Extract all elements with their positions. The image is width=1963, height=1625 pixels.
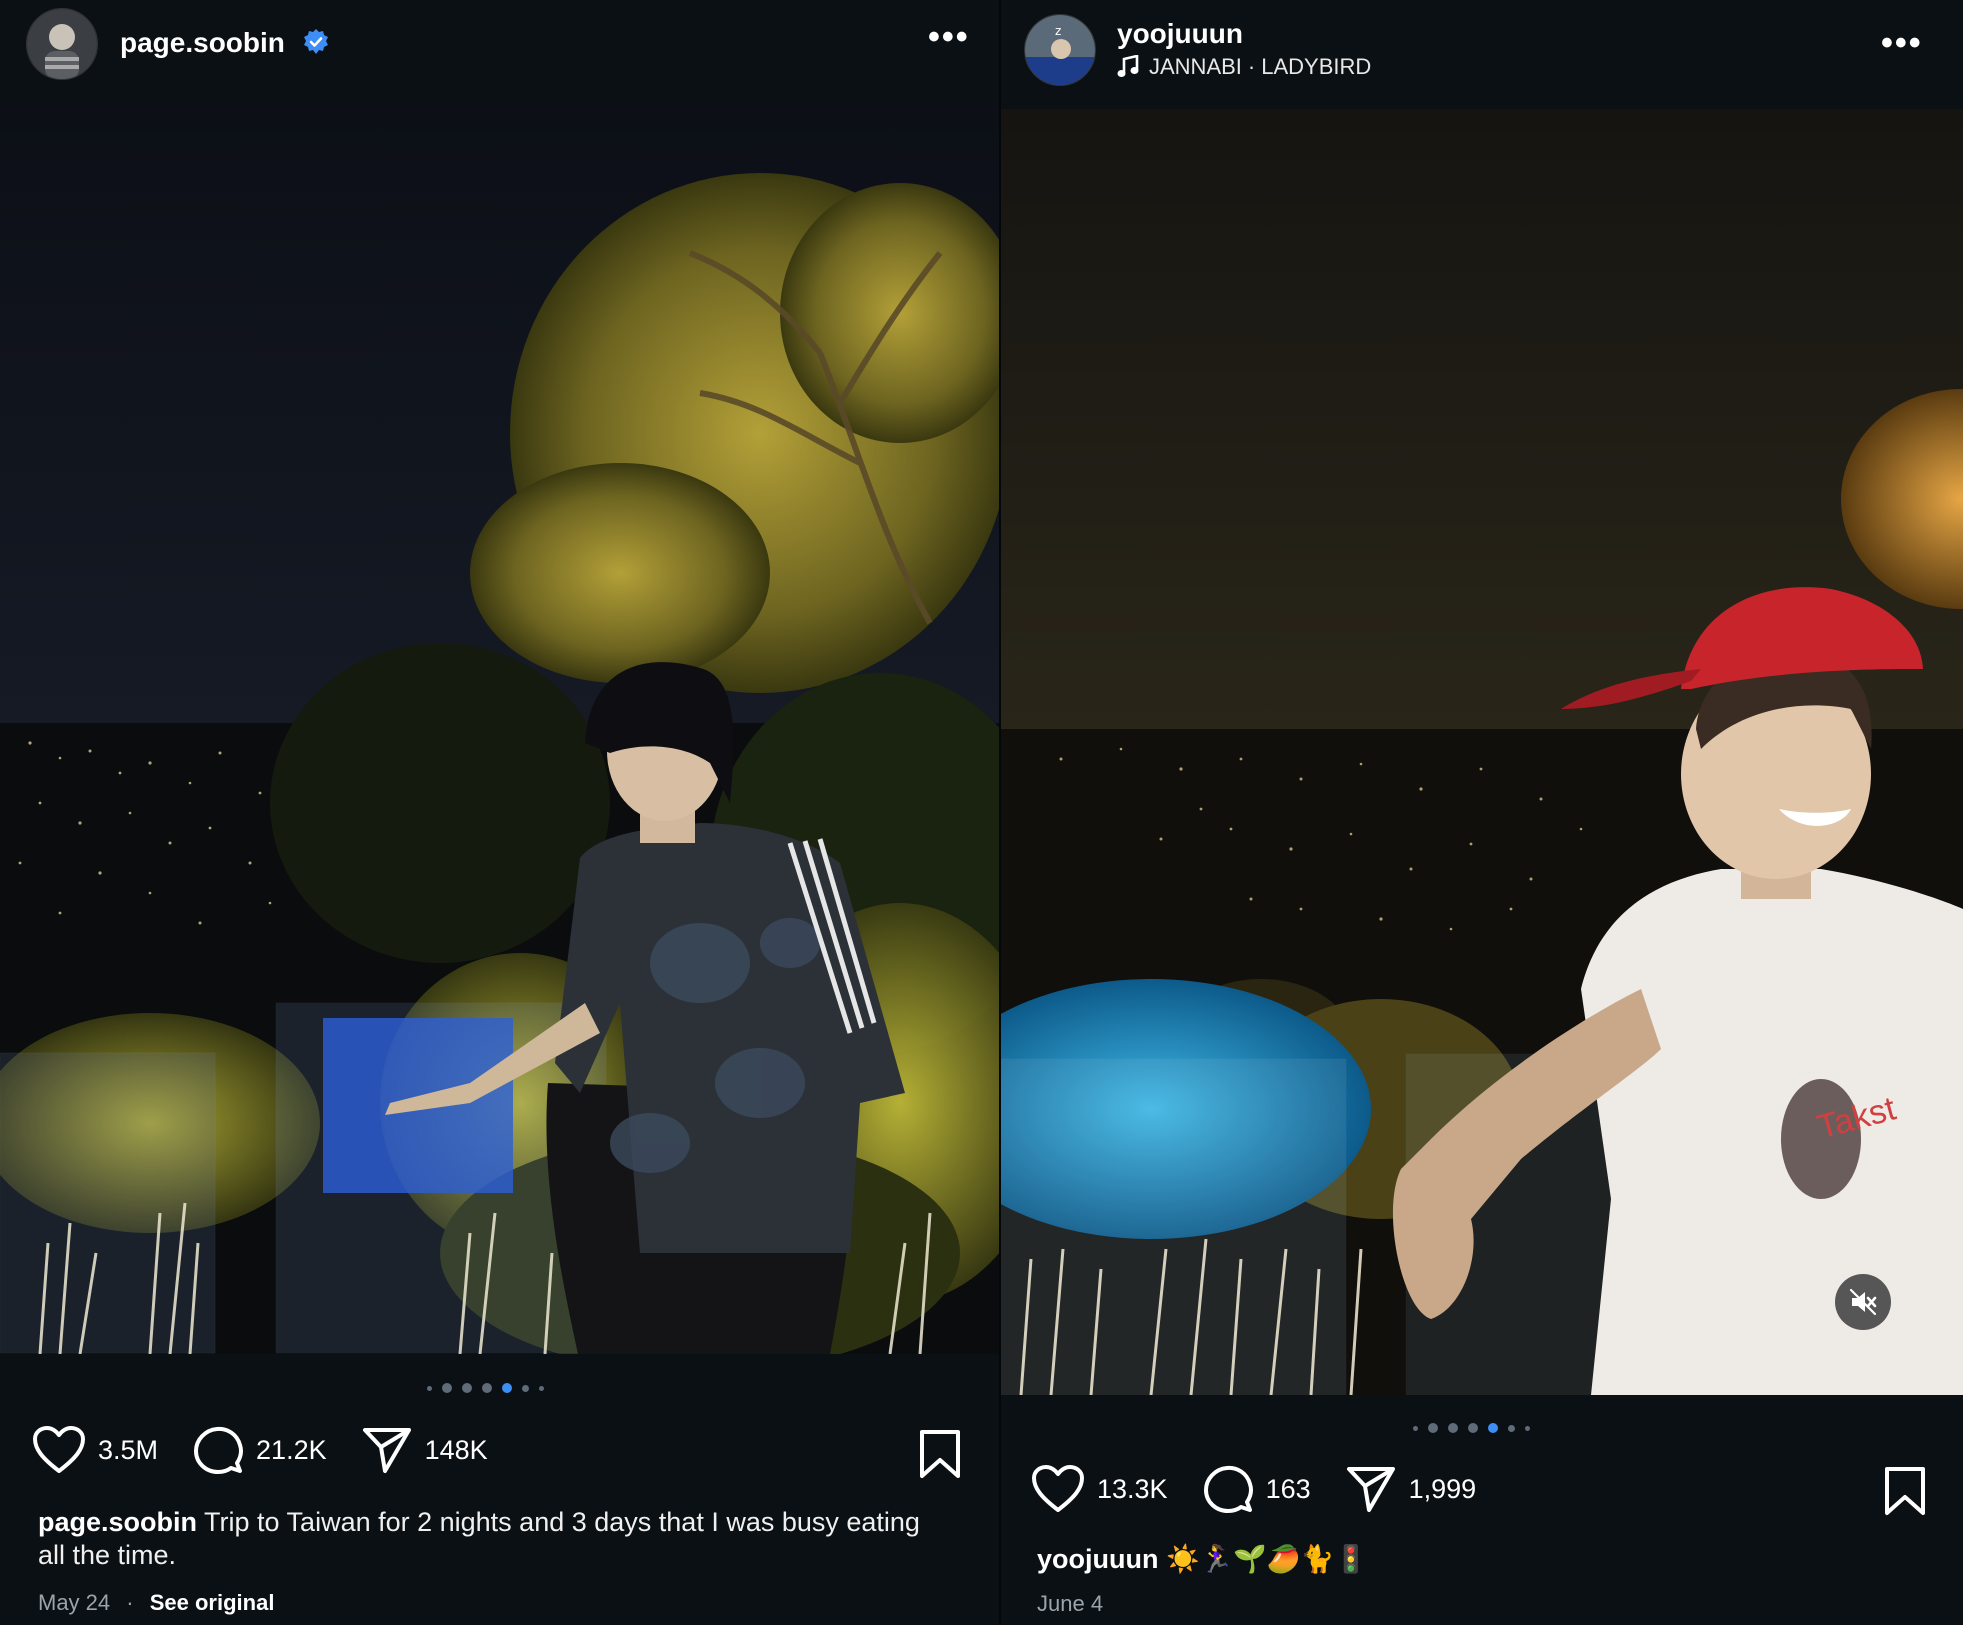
share-button[interactable]: 1,999 [1345, 1464, 1477, 1514]
carousel-dot [462, 1383, 472, 1393]
caption: page.soobin Trip to Taiwan for 2 nights … [38, 1506, 938, 1572]
post-header: page.soobin ••• [0, 0, 999, 102]
meta-separator: · [126, 1590, 134, 1615]
share-icon [362, 1428, 411, 1473]
post-header: z yoojuuun JANNABI · LADYBIRD ••• [1001, 0, 1963, 108]
action-bar: 13.3K 163 1,999 [1031, 1463, 1510, 1515]
svg-text:z: z [1055, 24, 1061, 38]
music-note-icon [1117, 55, 1139, 77]
username[interactable]: yoojuuun [1117, 18, 1243, 50]
carousel-dot-active [502, 1383, 512, 1393]
carousel-dot [442, 1383, 452, 1393]
music-artist: JANNABI [1149, 54, 1242, 79]
caption: yoojuuun ☀️🏃‍♀️🌱🥭🐈🚦 [1037, 1543, 1917, 1576]
post-video[interactable]: Takst [1001, 109, 1963, 1395]
mute-icon [1849, 1288, 1877, 1316]
music-separator: · [1247, 54, 1256, 79]
comment-button[interactable]: 21.2K [192, 1424, 327, 1476]
share-count: 148K [424, 1434, 488, 1465]
comment-button[interactable]: 163 [1202, 1463, 1311, 1515]
heart-icon [1032, 1465, 1084, 1512]
see-original-link[interactable]: See original [150, 1590, 275, 1615]
post-date: May 24 [38, 1590, 111, 1615]
mute-button[interactable] [1835, 1274, 1891, 1330]
carousel-dot [1413, 1425, 1418, 1431]
comment-count: 163 [1265, 1473, 1311, 1504]
share-count: 1,999 [1408, 1473, 1477, 1504]
like-button[interactable]: 13.3K [1031, 1464, 1168, 1514]
username[interactable]: page.soobin [120, 27, 285, 59]
comment-count: 21.2K [256, 1434, 327, 1465]
avatar[interactable] [26, 8, 98, 80]
like-count: 13.3K [1097, 1473, 1168, 1504]
caption-emojis: ☀️🏃‍♀️🌱🥭🐈🚦 [1166, 1544, 1368, 1575]
like-count: 3.5M [98, 1434, 159, 1465]
heart-icon [33, 1426, 85, 1473]
action-bar: 3.5M 21.2K 148K [32, 1424, 522, 1476]
carousel-dot [1468, 1423, 1478, 1433]
avatar[interactable]: z [1024, 14, 1096, 86]
share-button[interactable]: 148K [361, 1425, 488, 1475]
post-meta: May 24 · See original [38, 1590, 274, 1616]
carousel-dot-active [1488, 1423, 1498, 1433]
share-icon [1346, 1467, 1395, 1512]
more-icon[interactable]: ••• [1881, 24, 1923, 63]
like-button[interactable]: 3.5M [32, 1425, 158, 1475]
caption-username[interactable]: page.soobin [38, 1507, 197, 1537]
carousel-indicator [427, 1383, 544, 1393]
carousel-dot [522, 1384, 529, 1392]
bookmark-icon[interactable] [1883, 1465, 1927, 1517]
carousel-dot [1508, 1424, 1515, 1432]
carousel-dot [1525, 1425, 1530, 1431]
verified-badge-icon [304, 29, 328, 54]
carousel-dot [427, 1385, 432, 1391]
music-title: LADYBIRD [1261, 54, 1372, 79]
carousel-dot [1428, 1423, 1438, 1433]
post-left: page.soobin ••• 3.5M 21.2K 148K page.soo… [0, 0, 999, 1625]
post-right: z yoojuuun JANNABI · LADYBIRD ••• Takst … [1001, 0, 1963, 1625]
post-meta: June 4 [1037, 1591, 1103, 1617]
caption-username[interactable]: yoojuuun [1037, 1544, 1158, 1574]
carousel-dot [482, 1383, 492, 1393]
post-date: June 4 [1037, 1591, 1104, 1616]
carousel-dot [539, 1385, 544, 1391]
comment-icon [1203, 1465, 1253, 1513]
music-info[interactable]: JANNABI · LADYBIRD [1117, 54, 1371, 80]
post-photo[interactable] [0, 103, 999, 1354]
carousel-dot [1448, 1423, 1458, 1433]
carousel-indicator [1413, 1423, 1530, 1433]
comment-icon [194, 1426, 244, 1474]
more-icon[interactable]: ••• [928, 18, 970, 57]
bookmark-icon[interactable] [918, 1428, 962, 1480]
